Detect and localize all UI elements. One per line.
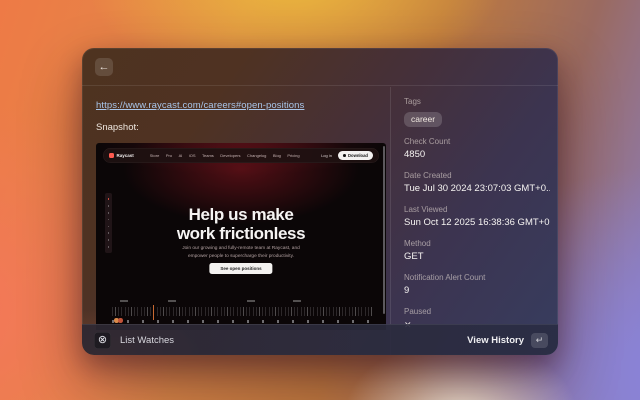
back-button[interactable]: ← xyxy=(95,58,113,76)
snapshot-nav-links: Store Pro AI iOS Teams Developers Change… xyxy=(150,153,300,158)
apple-icon xyxy=(343,154,346,158)
snapshot-subtext: Join our growing and fully-remote team a… xyxy=(96,245,386,260)
watched-url-link[interactable]: https://www.raycast.com/careers#open-pos… xyxy=(96,100,304,111)
meta-value-check-count: 4850 xyxy=(404,149,550,161)
nav-item: Pro xyxy=(166,153,172,158)
metadata-sidebar: Tags career Check Count 4850 Date Create… xyxy=(390,87,558,355)
snapshot-headline: Help us make work frictionless xyxy=(96,205,386,243)
timeline-year-dash xyxy=(293,300,301,302)
nav-item: Developers xyxy=(220,153,240,158)
meta-label-check-count: Check Count xyxy=(404,137,550,147)
extension-icon: ⊗ xyxy=(94,332,111,349)
snapshot-navbar: Raycast Store Pro AI iOS Teams Developer… xyxy=(103,148,379,163)
see-open-positions-button: See open positions xyxy=(209,263,272,274)
meta-value-notification-alert-count: 9 xyxy=(404,285,550,297)
nav-item: AI xyxy=(179,153,183,158)
view-history-button[interactable]: View History xyxy=(467,335,524,346)
timeline-year-dash xyxy=(168,300,176,302)
desktop-background: ← https://www.raycast.com/careers#open-p… xyxy=(0,0,640,400)
snapshot-label: Snapshot: xyxy=(96,122,390,133)
timeline-year-dash xyxy=(247,300,255,302)
circle-x-icon: ⊗ xyxy=(98,335,107,346)
tag-badge: career xyxy=(404,112,442,127)
meta-value-date-created: Tue Jul 30 2024 23:07:03 GMT+0... xyxy=(404,183,550,195)
arrow-left-icon: ← xyxy=(99,62,110,73)
meta-value-last-viewed: Sun Oct 12 2025 16:38:36 GMT+02... xyxy=(404,217,550,229)
timeline-year-dash xyxy=(120,300,128,302)
timeline-marker xyxy=(153,305,154,320)
raycast-logo-icon xyxy=(109,153,114,158)
nav-item: Pricing xyxy=(287,153,299,158)
meta-label-date-created: Date Created xyxy=(404,171,550,181)
timeline-avatar xyxy=(118,318,123,323)
meta-value-method: GET xyxy=(404,251,550,263)
return-icon: ↵ xyxy=(536,336,544,345)
nav-item: Blog xyxy=(273,153,281,158)
window-body: https://www.raycast.com/careers#open-pos… xyxy=(82,87,558,355)
timeline-ruler xyxy=(112,307,372,316)
window-header: ← xyxy=(82,48,558,86)
detail-main: https://www.raycast.com/careers#open-pos… xyxy=(82,87,390,355)
snapshot-image: Raycast Store Pro AI iOS Teams Developer… xyxy=(96,143,386,330)
raycast-window: ← https://www.raycast.com/careers#open-p… xyxy=(82,48,558,355)
enter-keycap: ↵ xyxy=(531,333,548,348)
meta-label-paused: Paused xyxy=(404,307,550,317)
timeline-milestone-dots xyxy=(112,320,372,323)
meta-label-notification-alert-count: Notification Alert Count xyxy=(404,273,550,283)
download-button: Download xyxy=(338,151,373,160)
nav-item: Teams xyxy=(202,153,214,158)
nav-item: Changelog xyxy=(247,153,266,158)
nav-item: Store xyxy=(150,153,160,158)
action-bar: ⊗ List Watches View History ↵ xyxy=(82,324,558,355)
raycast-brand: Raycast xyxy=(109,153,134,158)
nav-login: Log in xyxy=(321,153,332,158)
snapshot-scrollbar[interactable] xyxy=(383,146,385,314)
meta-label-tags: Tags xyxy=(404,97,550,107)
nav-item: iOS xyxy=(189,153,196,158)
meta-label-method: Method xyxy=(404,239,550,249)
meta-label-last-viewed: Last Viewed xyxy=(404,205,550,215)
command-title: List Watches xyxy=(120,335,174,346)
